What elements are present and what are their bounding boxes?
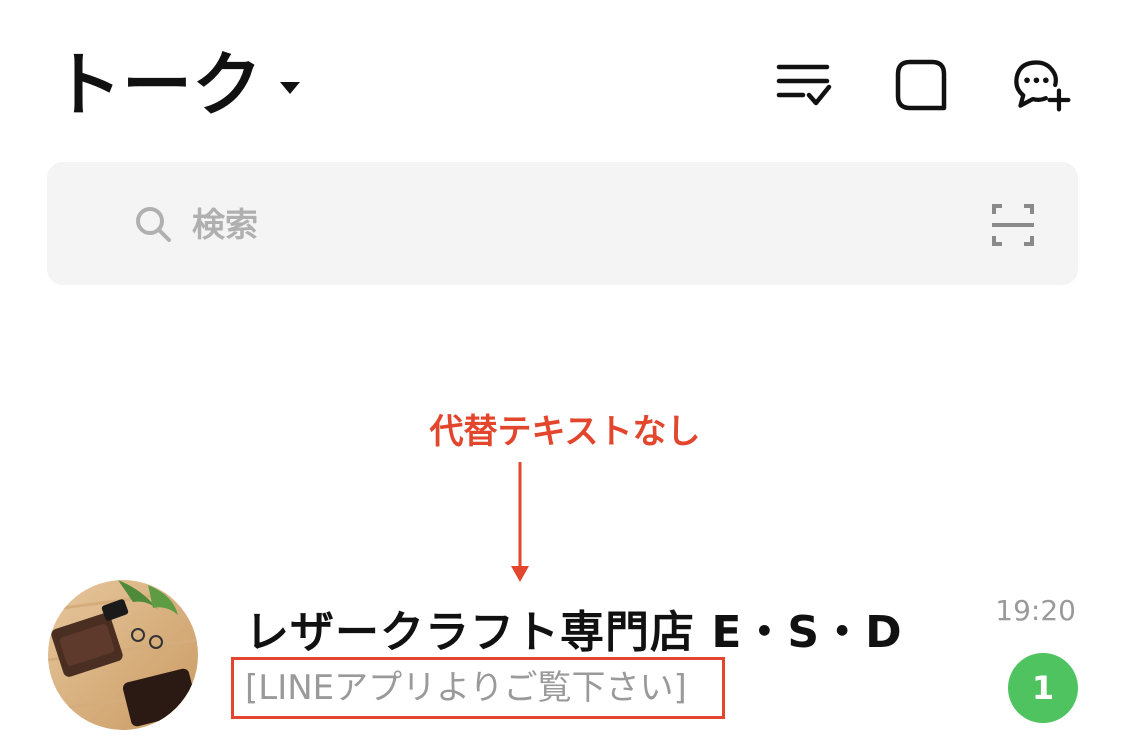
search-bar — [47, 162, 1078, 285]
search-input[interactable] — [192, 200, 972, 248]
annotation-arrow-icon — [511, 462, 529, 582]
caret-down-icon — [280, 82, 300, 94]
list-check-icon — [776, 64, 832, 106]
page-title-dropdown[interactable]: トーク — [52, 40, 300, 130]
chat-list-item[interactable]: レザークラフト専門店 E・S・D [LINEアプリよりご覧下さい] 19:20 … — [0, 575, 1125, 745]
scan-icon — [992, 204, 1034, 246]
open-chat-button[interactable] — [890, 54, 952, 116]
edit-list-button[interactable] — [772, 54, 834, 116]
chat-plus-icon — [1014, 60, 1071, 112]
chat-name: レザークラフト専門店 E・S・D — [245, 607, 903, 658]
chat-time: 19:20 — [995, 594, 1076, 627]
scan-button[interactable] — [990, 202, 1036, 248]
page-title: トーク — [52, 44, 262, 126]
avatar — [48, 580, 198, 730]
annotation-label: 代替テキストなし — [429, 412, 701, 452]
search-icon — [136, 207, 171, 242]
unread-badge: 1 — [1008, 653, 1078, 723]
rounded-square-icon — [895, 59, 947, 111]
chat-preview: [LINEアプリよりご覧下さい] — [245, 668, 687, 708]
new-chat-button[interactable] — [1012, 54, 1074, 116]
